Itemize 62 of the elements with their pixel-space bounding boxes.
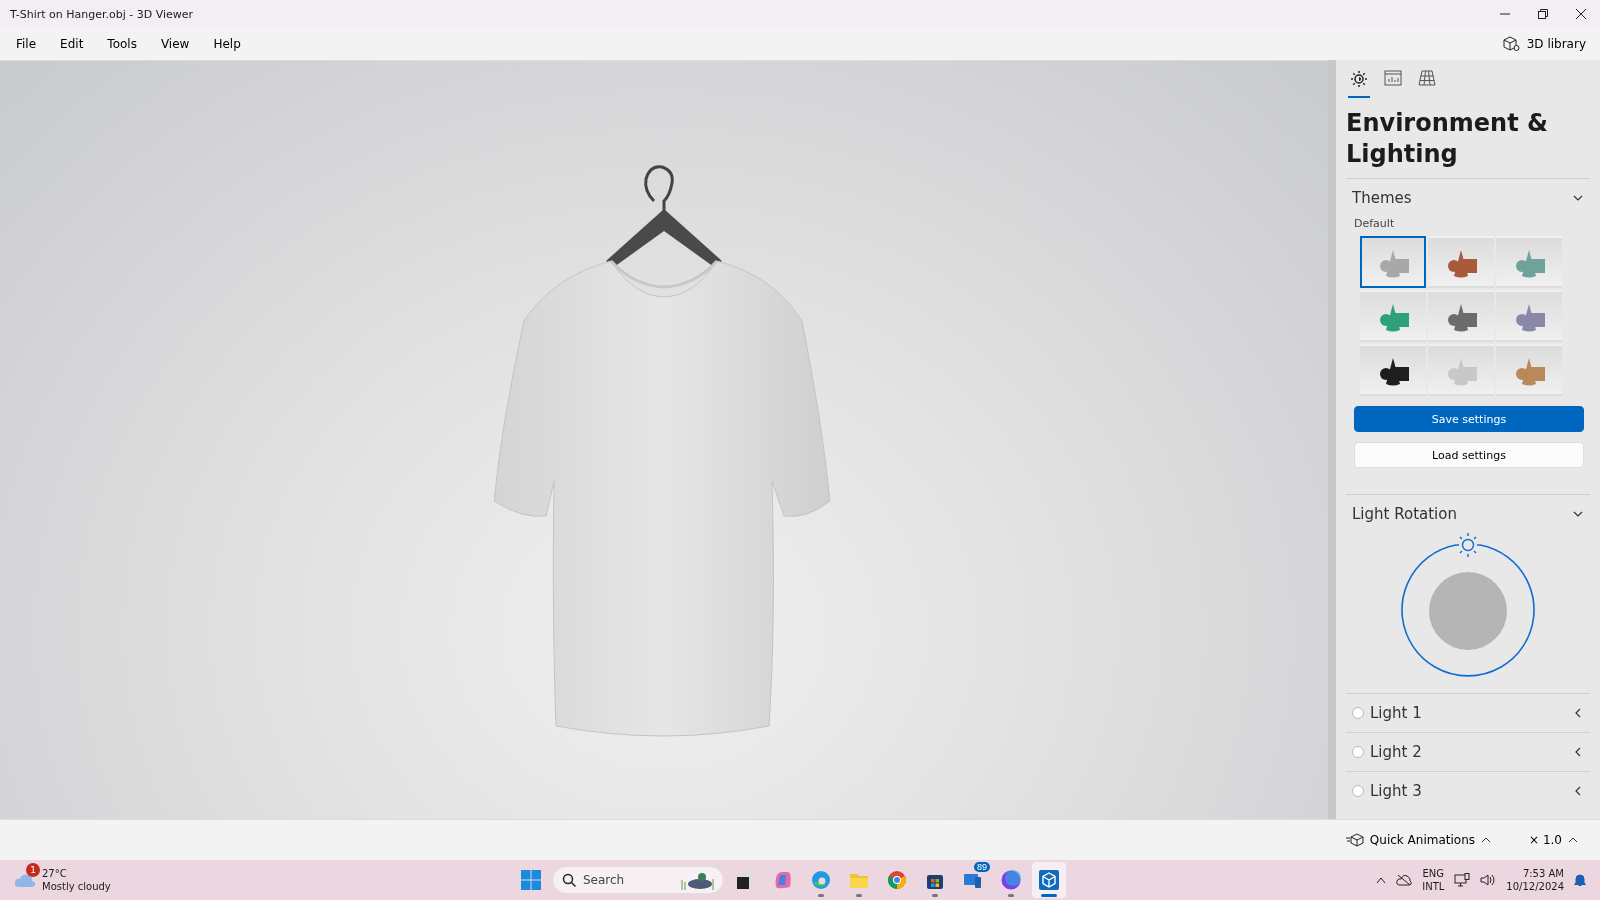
section-heading: Themes [1352,189,1413,207]
theme-thumbnail[interactable] [1428,344,1494,396]
task-view-icon [734,869,756,891]
window-title: T-Shirt on Hanger.obj - 3D Viewer [10,7,195,21]
restore-icon[interactable] [1538,9,1548,19]
theme-group-label: Default [1353,217,1396,232]
theme-thumbnail[interactable] [1428,290,1494,342]
menu-item[interactable]: File [4,33,49,55]
menu-item[interactable]: Tools [95,33,149,55]
speed-button[interactable]: × 1.0 [1523,832,1584,848]
light-label: Light 2 [1370,743,1423,761]
edge-icon [810,869,832,891]
cube-icon [1038,869,1060,891]
chevron-up-icon [1568,836,1578,844]
search-field[interactable]: Search [552,866,724,894]
chevron-up-icon[interactable] [1376,876,1387,884]
chart-panel-icon [1384,70,1402,86]
menu-item[interactable]: View [148,33,202,55]
temperature: 27°C [42,867,68,880]
volume-icon[interactable] [1480,873,1497,887]
panel-tab[interactable] [1348,70,1370,98]
light-rotation-dial[interactable] [1398,533,1538,677]
theme-thumbnail[interactable] [1496,290,1562,342]
theme-thumbnail[interactable] [1496,236,1562,288]
sun-icon [1350,70,1368,88]
menu-item[interactable]: Edit [48,33,96,55]
language-indicator[interactable]: ENG INTL [1422,867,1445,893]
network-icon[interactable] [1454,873,1471,887]
weather-text: Mostly cloudy [42,880,111,893]
windows-logo-icon [520,869,542,891]
quick-animations-button[interactable]: Quick Animations [1339,832,1498,848]
light-label: Light 1 [1370,704,1423,722]
cloud-off-icon[interactable] [1396,874,1413,886]
cube-search-icon [1502,36,1521,52]
theme-thumbnail[interactable] [1360,344,1426,396]
notification-badge: 89 [974,862,990,872]
theme-thumbnail[interactable] [1428,236,1494,288]
clock[interactable]: 7:53 AM 10/12/2024 [1506,867,1564,893]
theme-thumbnail[interactable] [1360,290,1426,342]
search-icon [562,873,576,887]
library-button[interactable]: 3D library [1496,35,1592,53]
chevron-up-icon [1481,836,1492,844]
light-toggle[interactable] [1352,707,1364,719]
load-settings-button[interactable]: Load settings [1354,442,1584,468]
cloud-icon [14,872,36,888]
light-toggle[interactable] [1352,785,1364,797]
close-icon[interactable] [1576,9,1586,19]
duck-icon [680,870,716,890]
section-heading: Light Rotation [1352,505,1458,523]
cube-motion-icon [1345,833,1364,847]
notification-badge: 1 [26,863,40,877]
light-label: Light 3 [1370,782,1423,800]
theme-thumbnail[interactable] [1360,236,1426,288]
save-settings-button[interactable]: Save settings [1354,406,1584,432]
bell-icon[interactable] [1574,873,1586,887]
light-toggle[interactable] [1352,746,1364,758]
taskbar-app-button[interactable]: 89 [956,862,990,898]
panel-title: Environment & Lighting [1346,108,1549,170]
grid-icon [1418,70,1436,86]
chrome-icon [886,869,908,891]
menu-item[interactable]: Help [201,33,253,55]
theme-thumbnail[interactable] [1496,344,1562,396]
